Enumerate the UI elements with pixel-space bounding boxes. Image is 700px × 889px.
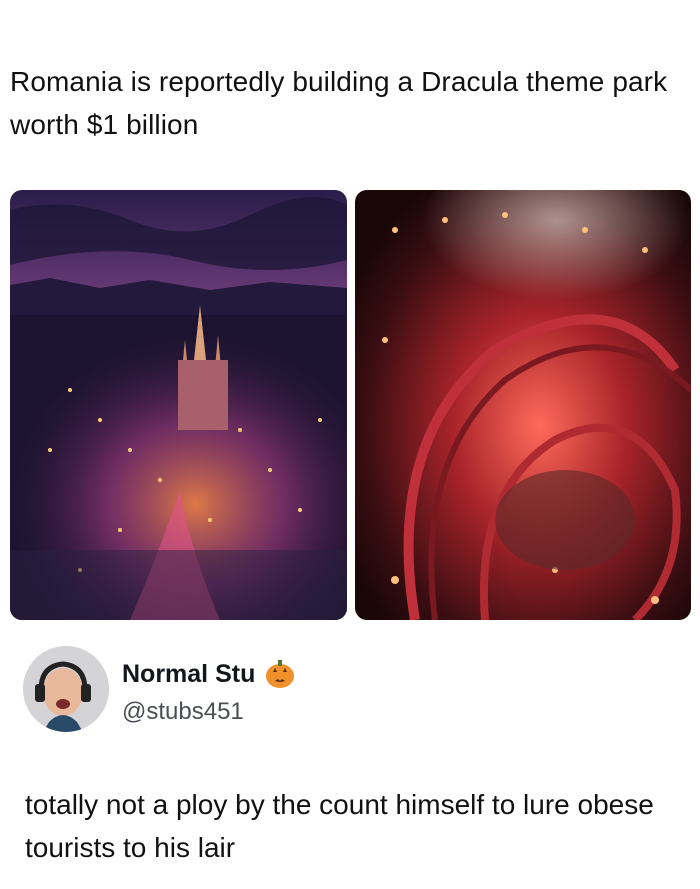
display-name[interactable]: Normal Stu [122,660,255,689]
jack-o-lantern-icon [263,657,297,691]
tweet-author-row: Normal Stu [122,657,297,691]
meme-headline: Romania is reportedly building a Dracula… [10,66,668,140]
tweet-text: totally not a ploy by the count himself … [25,789,654,863]
castle-park-image [10,190,347,620]
coaster-hall-image [355,190,691,620]
avatar[interactable] [23,646,109,732]
user-handle[interactable]: @stubs451 [122,698,244,726]
